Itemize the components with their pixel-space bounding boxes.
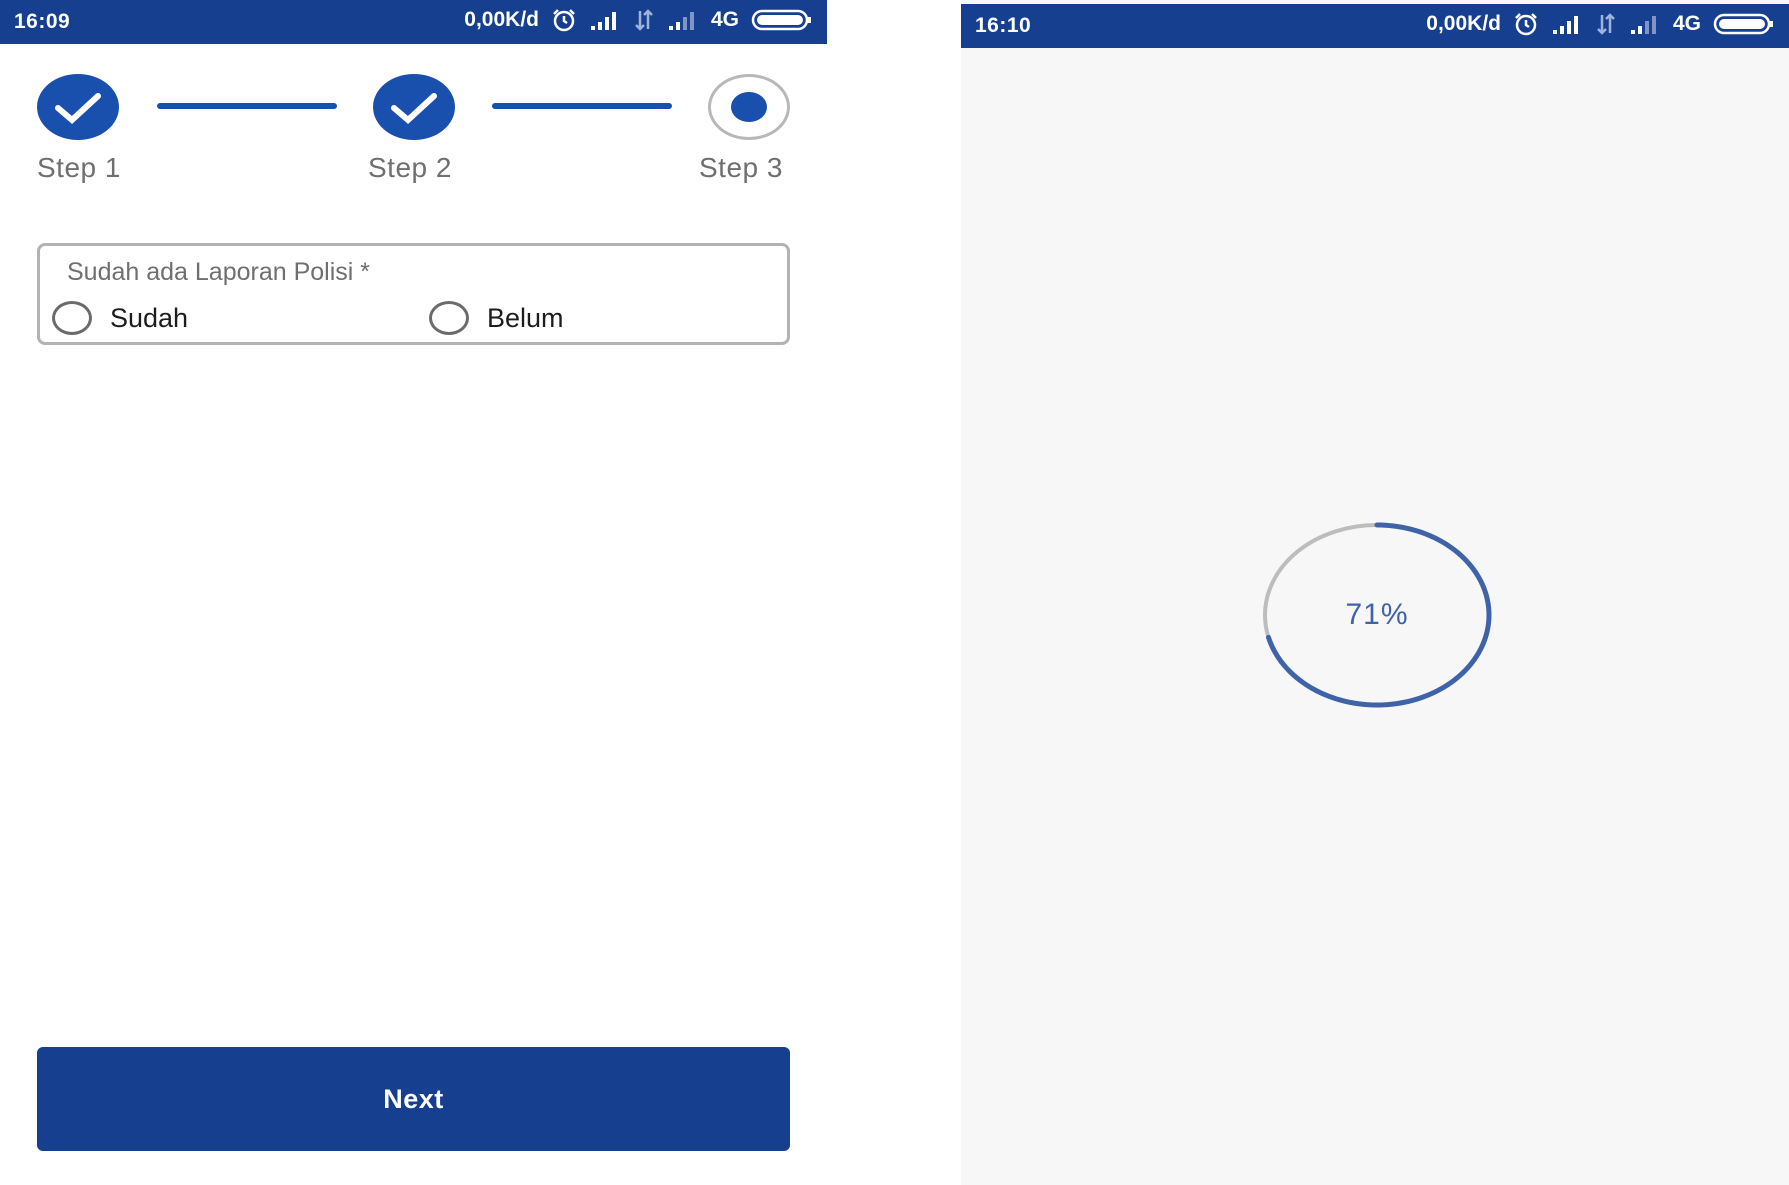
stepper: Step 1 Step 2 Step 3: [0, 72, 827, 192]
radio-option-label: Belum: [487, 302, 564, 333]
data-transfer-icon: [1595, 13, 1617, 35]
radio-option-belum[interactable]: Belum: [429, 298, 564, 338]
step-connector-1: [157, 103, 337, 109]
progress-percent-label: 71%: [1345, 598, 1409, 631]
step-label: Step 2: [368, 152, 452, 183]
step-2-circle[interactable]: [373, 74, 455, 140]
signal-icon: [1551, 14, 1583, 34]
radio-circle[interactable]: [429, 301, 469, 335]
step-3-circle[interactable]: [708, 74, 790, 140]
step-1-circle[interactable]: [37, 74, 119, 140]
network-speed: 0,00K/d: [1426, 12, 1501, 35]
left-screen: 16:09 0,00K/d 4G Step 1 Step 2 Step 3 Su…: [0, 0, 827, 1185]
signal-icon: [589, 10, 621, 30]
step-connector-2: [492, 103, 672, 109]
step-label: Step 1: [37, 152, 121, 183]
signal-weak-icon: [1629, 14, 1661, 34]
radio-option-label: Sudah: [110, 302, 189, 333]
dot-icon: [731, 92, 767, 122]
status-bar: 16:09 0,00K/d 4G: [0, 0, 827, 44]
right-screen: 16:10 0,00K/d 4G 71%: [961, 0, 1789, 1185]
network-type: 4G: [1672, 12, 1701, 35]
police-report-radio-group: Sudah ada Laporan Polisi * Sudah Belum: [37, 243, 790, 345]
data-transfer-icon: [633, 9, 655, 31]
status-icons: 0,00K/d 4G: [1426, 12, 1775, 36]
next-button[interactable]: Next: [37, 1047, 790, 1151]
battery-icon: [751, 9, 813, 31]
upload-progress: 71%: [1261, 520, 1493, 710]
check-icon: [391, 93, 437, 125]
alarm-icon: [551, 8, 577, 32]
signal-weak-icon: [667, 10, 699, 30]
status-time: 16:09: [14, 10, 71, 33]
battery-icon: [1713, 13, 1775, 35]
network-speed: 0,00K/d: [464, 8, 539, 31]
status-bar: 16:10 0,00K/d 4G: [961, 4, 1789, 48]
radio-circle[interactable]: [52, 301, 92, 335]
radio-group-label: Sudah ada Laporan Polisi *: [67, 258, 371, 286]
radio-option-sudah[interactable]: Sudah: [52, 298, 188, 338]
network-type: 4G: [710, 8, 739, 31]
step-label: Step 3: [699, 152, 783, 183]
status-time: 16:10: [975, 14, 1032, 37]
check-icon: [55, 93, 101, 125]
status-icons: 0,00K/d 4G: [464, 8, 813, 32]
alarm-icon: [1513, 12, 1539, 36]
